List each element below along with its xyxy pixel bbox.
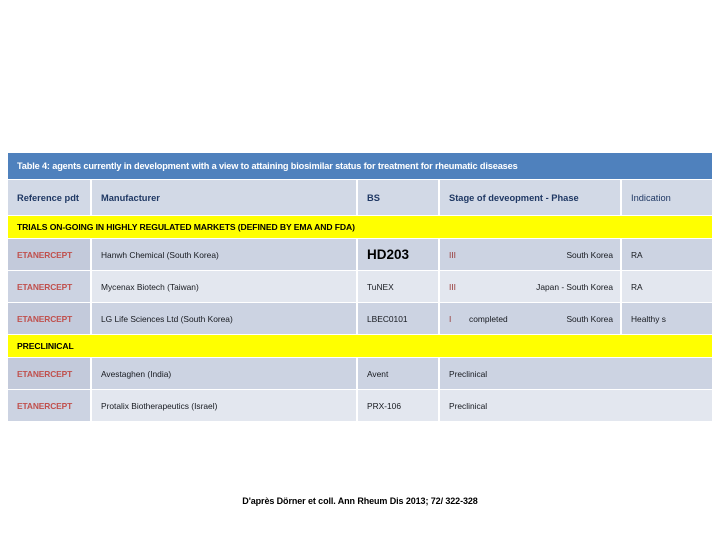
biosimilars-table-container: Table 4: agents currently in development…: [8, 152, 713, 422]
cell-manufacturer: Mycenax Biotech (Taiwan): [92, 271, 358, 302]
cell-reference-pdt: ETANERCEPT: [8, 390, 92, 421]
phase-roman: I: [449, 313, 452, 324]
cell-reference-pdt: ETANERCEPT: [8, 303, 92, 334]
cell-stage-of-development: III Japan - South Korea: [440, 271, 622, 302]
section-band-preclinical: PRECLINICAL: [8, 335, 713, 357]
column-header-manufacturer: Manufacturer: [92, 180, 358, 215]
column-header-indication: Indication: [622, 180, 713, 215]
phase-roman: III: [449, 281, 456, 292]
cell-manufacturer: LG Life Sciences Ltd (South Korea): [92, 303, 358, 334]
source-citation: D'après Dörner et coll. Ann Rheum Dis 20…: [242, 496, 478, 506]
table-row: ETANERCEPT Protalix Biotherapeutics (Isr…: [8, 390, 713, 421]
stage-plain-label: Preclinical: [449, 368, 488, 379]
phase-roman: III: [449, 249, 456, 260]
table-row: ETANERCEPT Hanwh Chemical (South Korea) …: [8, 239, 713, 270]
cell-manufacturer: Protalix Biotherapeutics (Israel): [92, 390, 358, 421]
bs-name: HD203: [367, 247, 410, 262]
stage-inner: III Japan - South Korea: [449, 282, 620, 292]
section-band-label-trials: TRIALS ON-GOING IN HIGHLY REGULATED MARK…: [8, 216, 713, 238]
cell-reference-pdt: ETANERCEPT: [8, 239, 92, 270]
table-header-row: Reference pdt Manufacturer BS Stage of d…: [8, 180, 713, 215]
trial-country: South Korea: [566, 313, 613, 324]
cell-stage-of-development: III South Korea: [440, 239, 622, 270]
cell-indication: Healthy s: [622, 303, 713, 334]
cell-reference-pdt: ETANERCEPT: [8, 358, 92, 389]
cell-manufacturer: Hanwh Chemical (South Korea): [92, 239, 358, 270]
cell-reference-pdt: ETANERCEPT: [8, 271, 92, 302]
phase-note: completed: [469, 313, 508, 324]
stage-inner: III South Korea: [449, 250, 620, 260]
column-header-reference-pdt: Reference pdt: [8, 180, 92, 215]
section-band-trials-ongoing: TRIALS ON-GOING IN HIGHLY REGULATED MARK…: [8, 216, 713, 238]
stage-inner: I completed South Korea: [449, 314, 620, 324]
slide-canvas: Table 4: agents currently in development…: [0, 0, 720, 540]
cell-stage-of-development: I completed South Korea: [440, 303, 622, 334]
table-row: ETANERCEPT Avestaghen (India) Avent Prec…: [8, 358, 713, 389]
cell-bs: Avent: [358, 358, 440, 389]
cell-manufacturer: Avestaghen (India): [92, 358, 358, 389]
trial-country: Japan - South Korea: [536, 281, 613, 292]
cell-indication: RA: [622, 239, 713, 270]
table-row: ETANERCEPT Mycenax Biotech (Taiwan) TuNE…: [8, 271, 713, 302]
cell-stage-of-development: Preclinical: [440, 358, 713, 389]
cell-bs: TuNEX: [358, 271, 440, 302]
cell-stage-of-development: Preclinical: [440, 390, 713, 421]
column-header-stage-of-development: Stage of deveopment - Phase: [440, 180, 622, 215]
trial-country: South Korea: [566, 249, 613, 260]
table-title-row: Table 4: agents currently in development…: [8, 153, 713, 179]
cell-bs: HD203: [358, 239, 440, 270]
column-header-bs: BS: [358, 180, 440, 215]
table-title: Table 4: agents currently in development…: [8, 153, 713, 179]
section-band-label-preclinical: PRECLINICAL: [8, 335, 713, 357]
cell-bs: LBEC0101: [358, 303, 440, 334]
biosimilars-table: Table 4: agents currently in development…: [8, 152, 713, 422]
cell-indication: RA: [622, 271, 713, 302]
stage-plain-label: Preclinical: [449, 400, 488, 411]
cell-bs: PRX-106: [358, 390, 440, 421]
table-row: ETANERCEPT LG Life Sciences Ltd (South K…: [8, 303, 713, 334]
